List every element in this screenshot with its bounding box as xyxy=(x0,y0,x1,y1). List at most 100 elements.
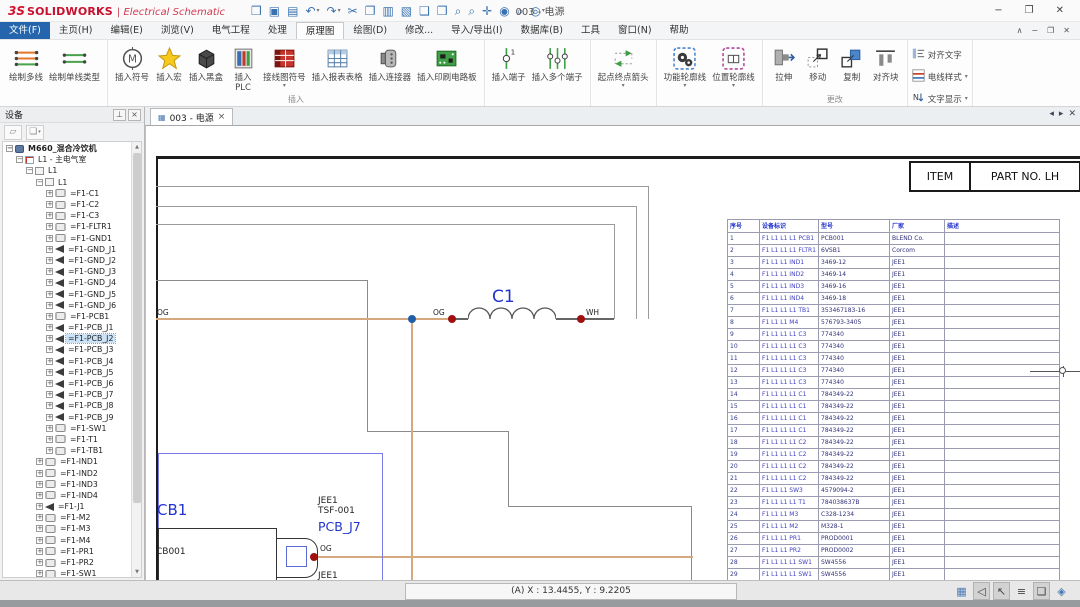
component-label-c1[interactable]: C1 xyxy=(492,289,515,306)
expand-icon[interactable]: + xyxy=(36,548,43,555)
expand-icon[interactable]: + xyxy=(36,559,43,566)
tree-item-f1-gnd-j6[interactable]: +=F1-GND_J6 xyxy=(3,300,131,311)
expand-icon[interactable]: + xyxy=(36,503,43,510)
menu-item-5[interactable]: 处理 xyxy=(259,22,296,39)
options-icon[interactable]: ◎▾ xyxy=(530,4,545,18)
expand-icon[interactable]: + xyxy=(46,380,53,387)
insert-connector-button[interactable]: 插入连接器 xyxy=(366,43,415,84)
tree-item-f1-gnd-j5[interactable]: +=F1-GND_J5 xyxy=(3,288,131,299)
cut-icon[interactable]: ✂ xyxy=(348,4,358,18)
menu-item-9[interactable]: 导入/导出(I) xyxy=(442,22,511,39)
component-label-pcb1[interactable]: CB1 xyxy=(157,503,187,518)
expand-icon[interactable]: + xyxy=(46,346,53,353)
collapse-icon[interactable]: − xyxy=(26,167,33,174)
paste-special-icon[interactable]: ▧ xyxy=(401,4,412,18)
tree-item-f1-pcb-j1[interactable]: +=F1-PCB_J1 xyxy=(3,322,131,333)
copy-block-button[interactable]: 复制 xyxy=(835,43,869,84)
save-icon[interactable]: ▣ xyxy=(269,4,280,18)
copy-icon[interactable]: ❐ xyxy=(365,4,376,18)
collapse-icon[interactable]: − xyxy=(36,179,43,186)
stretch-button[interactable]: 拉伸 xyxy=(767,43,801,84)
tree-item-m660[interactable]: −M660_混合冷饮机 xyxy=(3,143,131,154)
draw-singlewire-button[interactable]: 绘制单线类型 xyxy=(46,43,103,84)
tree-item-f1-gnd-j2[interactable]: +=F1-GND_J2 xyxy=(3,255,131,266)
wire-label-og[interactable]: OG xyxy=(320,545,332,553)
wire-label-wh[interactable]: WH xyxy=(586,309,599,317)
expand-icon[interactable]: + xyxy=(46,425,53,432)
component-label-cb001[interactable]: CB001 xyxy=(156,547,186,557)
menu-item-7[interactable]: 绘图(D) xyxy=(344,22,396,39)
wire-segment[interactable] xyxy=(156,280,368,281)
zoom-previous-icon[interactable]: ⌕ xyxy=(455,4,462,18)
collapse-icon[interactable]: − xyxy=(6,145,13,152)
draw-multiwire-button[interactable]: 绘制多线 xyxy=(6,43,46,84)
redo-icon[interactable]: ↷▾ xyxy=(327,4,341,18)
bom-table[interactable]: 序号设备标识型号厂家描述1F1 L1 L1 L1 PCB1PCB001BLEND… xyxy=(727,219,1060,580)
orange-wire-vertical[interactable] xyxy=(411,319,413,580)
expand-icon[interactable]: + xyxy=(46,335,53,342)
terminal-dot-og[interactable] xyxy=(448,315,456,323)
insert-report-table-button[interactable]: 插入报表表格 xyxy=(309,43,366,84)
expand-icon[interactable]: + xyxy=(46,358,53,365)
lock-icon[interactable]: ◈ xyxy=(1053,582,1070,600)
insert-plc-button[interactable]: 插入 PLC xyxy=(226,43,260,94)
origin-destination-arrow-button[interactable]: 起点终点箭头▾ xyxy=(595,43,652,90)
tree-item-f1-ind3[interactable]: +=F1-IND3 xyxy=(3,479,131,490)
wire-segment[interactable] xyxy=(508,506,692,507)
schematic-canvas[interactable]: ITEM PART NO. LH xyxy=(145,125,1080,580)
expand-icon[interactable]: + xyxy=(46,268,53,275)
menu-item-10[interactable]: 数据库(B) xyxy=(512,22,572,39)
expand-icon[interactable]: + xyxy=(36,492,43,499)
menu-item-6[interactable]: 原理图 xyxy=(296,22,345,39)
tree-item-l1[interactable]: −L1 - 主电气室 xyxy=(3,154,131,165)
wire-segment[interactable] xyxy=(691,506,692,580)
tree-item-f1-j1[interactable]: +=F1-J1 xyxy=(3,501,131,512)
terminal-dot-wh[interactable] xyxy=(577,315,585,323)
paste-document-icon[interactable]: ❒ xyxy=(437,4,448,18)
scroll-down-icon[interactable]: ▼ xyxy=(132,567,142,577)
wire-segment[interactable] xyxy=(556,318,614,320)
insert-multi-terminal-button[interactable]: 插入多个端子 xyxy=(529,43,586,84)
wire-segment[interactable] xyxy=(367,280,368,432)
expand-icon[interactable]: + xyxy=(46,436,53,443)
expand-icon[interactable]: + xyxy=(46,246,53,253)
tree-scrollbar[interactable]: ▲ ▼ xyxy=(131,142,141,577)
expand-icon[interactable]: + xyxy=(46,313,53,320)
expand-icon[interactable]: + xyxy=(36,570,43,577)
tree-item-f1-m4[interactable]: +=F1-M4 xyxy=(3,535,131,546)
browse-shape-icon[interactable]: ▱ xyxy=(4,125,22,140)
junction-dot[interactable] xyxy=(408,315,416,323)
pin-icon[interactable]: ⊥ xyxy=(113,109,126,121)
mdi-menu-button[interactable]: ∧ xyxy=(1017,26,1023,35)
component-label-pcb-j7[interactable]: PCB_J7 xyxy=(318,520,361,533)
tree-item-f1-ind2[interactable]: +=F1-IND2 xyxy=(3,467,131,478)
tree-item-l1[interactable]: −L1 xyxy=(3,177,131,188)
copy-document-icon[interactable]: ❑ xyxy=(419,4,430,18)
tree-item-f1-gnd-j4[interactable]: +=F1-GND_J4 xyxy=(3,277,131,288)
previous-sheet-icon[interactable]: ◂ xyxy=(1049,109,1054,119)
tree-item-f1-gnd-j3[interactable]: +=F1-GND_J3 xyxy=(3,266,131,277)
align-block-button[interactable]: 对齐块 xyxy=(869,43,903,84)
tree-item-f1-c3[interactable]: +=F1-C3 xyxy=(3,210,131,221)
expand-icon[interactable]: + xyxy=(46,291,53,298)
tree-item-f1-ind1[interactable]: +=F1-IND1 xyxy=(3,456,131,467)
inductor-symbol-c1[interactable] xyxy=(468,307,556,320)
next-sheet-icon[interactable]: ▸ xyxy=(1059,109,1064,119)
expand-icon[interactable]: + xyxy=(46,235,53,242)
zoom-fit-icon[interactable]: ⌕ xyxy=(517,4,524,18)
minimize-button[interactable]: − xyxy=(994,5,1002,16)
tree-item-f1-tb1[interactable]: +=F1-TB1 xyxy=(3,445,131,456)
mdi-minimize-button[interactable]: − xyxy=(1031,26,1038,35)
insert-pcb-button[interactable]: 插入印刷电路板 xyxy=(414,43,480,84)
tree-item-f1-gnd-j1[interactable]: +=F1-GND_J1 xyxy=(3,244,131,255)
tree-item-f1-m3[interactable]: +=F1-M3 xyxy=(3,523,131,534)
zoom-window-icon[interactable]: ⌕ xyxy=(468,4,475,18)
menu-item-1[interactable]: 主页(H) xyxy=(50,22,102,39)
text-display-button[interactable]: N文字显示▾ xyxy=(912,89,968,108)
menu-item-4[interactable]: 电气工程 xyxy=(203,22,259,39)
expand-icon[interactable]: + xyxy=(46,447,53,454)
expand-icon[interactable]: + xyxy=(36,458,43,465)
item-part-table[interactable]: ITEM PART NO. LH xyxy=(909,161,1080,192)
scroll-up-icon[interactable]: ▲ xyxy=(132,142,142,152)
menu-item-2[interactable]: 编辑(E) xyxy=(101,22,151,39)
